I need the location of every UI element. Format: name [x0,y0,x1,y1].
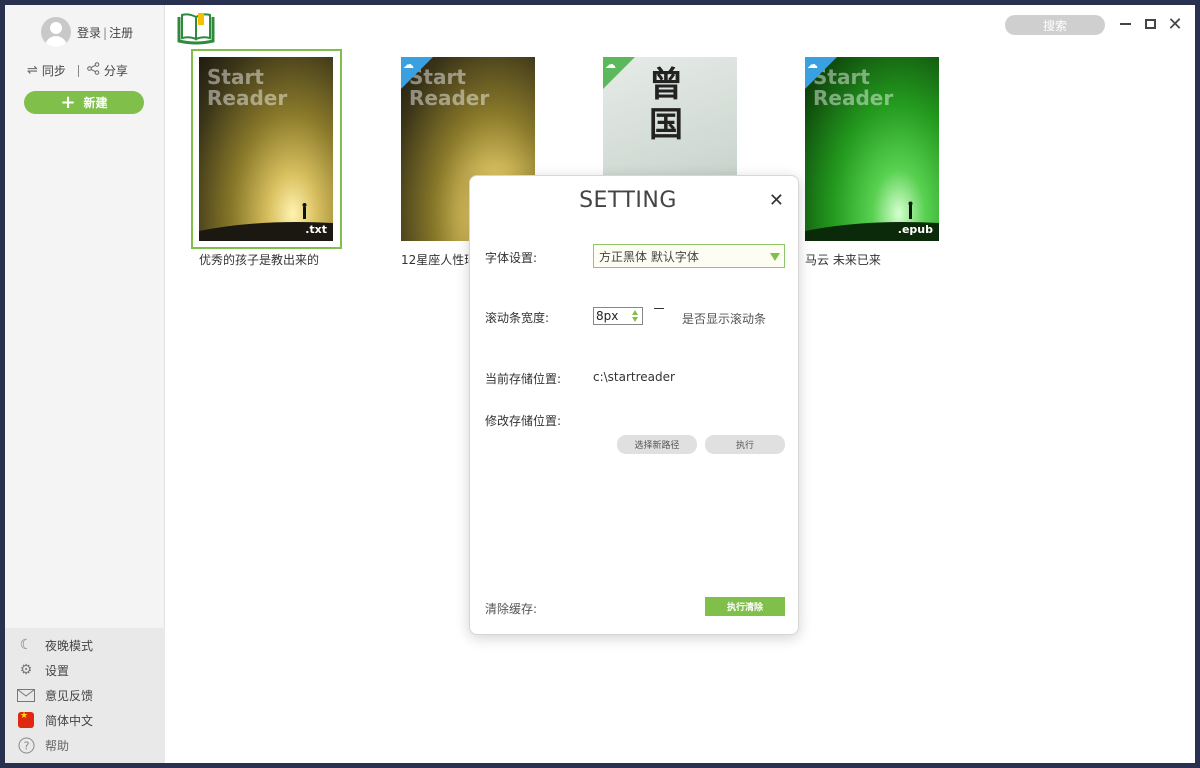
flag-wrapper [17,711,35,729]
sync-label: 同步 [41,64,66,78]
avatar[interactable] [41,17,71,47]
sidebar-menu: ☾ 夜晚模式 ⚙ 设置 意见反馈 简体中文 ? 帮助 [5,628,165,763]
mail-icon [17,686,35,704]
stepper-down-icon[interactable] [632,317,638,322]
current-path-value: c:\startreader [593,370,675,384]
register-link[interactable]: 注册 [109,26,133,40]
clear-cache-label: 清除缓存: [485,602,538,616]
minimize-button[interactable] [1116,15,1134,33]
current-path-label: 当前存储位置: [485,372,562,386]
menu-label: 意见反馈 [45,688,94,703]
svg-text:?: ? [23,739,29,752]
dialog-close-button[interactable]: ✕ [769,190,784,211]
book-item[interactable]: Start Reader .txt 优秀的孩子是教出来的 [199,57,333,268]
scroll-width-value: 8px [596,309,619,323]
book-title: 马云 未来已来 [805,253,881,267]
help-icon: ? [17,736,35,754]
dropdown-arrow-icon [770,253,780,261]
new-button[interactable]: + 新建 [24,91,144,114]
cloud-download-icon: ☁ [605,58,616,71]
change-path-label: 修改存储位置: [485,414,562,428]
menu-night-mode[interactable]: ☾ 夜晚模式 [17,636,93,654]
menu-label: 帮助 [45,738,70,753]
font-select[interactable]: 方正黑体 默认字体 [593,244,785,268]
settings-dialog: SETTING ✕ 字体设置: 方正黑体 默认字体 滚动条宽度: 8px 是否显… [469,175,799,635]
sync-icon: ⇌ [27,63,38,78]
book-item[interactable]: Start Reader ☁ .epub 马云 未来已来 [805,57,939,268]
scroll-width-label: 滚动条宽度: [485,311,550,325]
login-link[interactable]: 登录 [77,26,101,40]
share-icon [87,62,100,79]
app-window: 登录 | 注册 ⇌ 同步 分享 + 新建 ☾ 夜晚模式 ⚙ 设置 意见反馈 ★ … [5,5,1195,763]
stepper-up-icon[interactable] [632,310,638,315]
book-title: 优秀的孩子是教出来的 [199,253,320,267]
scroll-width-stepper[interactable]: 8px [593,307,643,325]
user-row: 登录 | 注册 [41,17,133,47]
auth-links: 登录 | 注册 [77,25,134,40]
menu-label: 设置 [45,663,70,678]
share-label: 分享 [103,64,128,78]
moon-icon: ☾ [19,637,33,653]
sync-button[interactable]: ⇌ 同步 [27,62,66,79]
new-label: 新建 [83,96,108,110]
share-button[interactable]: 分享 [87,62,128,79]
close-icon: ✕ [768,190,784,211]
divider [77,64,79,77]
file-extension: .txt [305,223,327,236]
gear-icon: ⚙ [19,662,33,678]
clear-cache-button[interactable]: 执行清除 [705,597,785,616]
plus-icon: + [60,91,76,113]
menu-feedback[interactable]: 意见反馈 [17,686,93,704]
app-logo-icon [176,11,216,45]
book-cover[interactable]: Start Reader ☁ .epub [805,57,939,241]
menu-label: 简体中文 [45,713,94,728]
choose-path-button[interactable]: 选择新路径 [617,435,697,454]
cloud-download-icon: ☁ [807,58,818,71]
menu-settings[interactable]: ⚙ 设置 [17,661,69,679]
cloud-download-icon: ☁ [403,58,414,71]
close-icon: ✕ [1167,13,1183,35]
maximize-button[interactable] [1141,15,1159,33]
cover-title: Start Reader [207,65,288,110]
search-placeholder: 搜索 [1042,18,1067,33]
menu-label: 夜晚模式 [45,638,94,653]
font-label: 字体设置: [485,251,538,265]
maximize-icon [1144,19,1156,29]
minimize-icon [1119,23,1131,25]
menu-language[interactable]: 简体中文 [17,711,93,729]
font-select-value: 方正黑体 默认字体 [599,249,699,264]
sidebar: 登录 | 注册 ⇌ 同步 分享 + 新建 ☾ 夜晚模式 ⚙ 设置 意见反馈 ★ … [5,5,165,763]
china-flag-icon [18,711,34,728]
sync-share-row: ⇌ 同步 分享 [27,62,128,79]
scrollbar-toggle[interactable] [654,308,664,309]
show-scrollbar-label: 是否显示滚动条 [682,312,767,326]
execute-button[interactable]: 执行 [705,435,785,454]
menu-help[interactable]: ? 帮助 [17,736,69,754]
book-cover[interactable]: Start Reader .txt [199,57,333,241]
cover-title: 曾国 [649,65,683,145]
close-window-button[interactable]: ✕ [1166,13,1184,35]
file-extension: .epub [897,223,933,236]
dialog-title: SETTING [579,188,677,213]
search-input[interactable]: 搜索 [1005,15,1105,35]
